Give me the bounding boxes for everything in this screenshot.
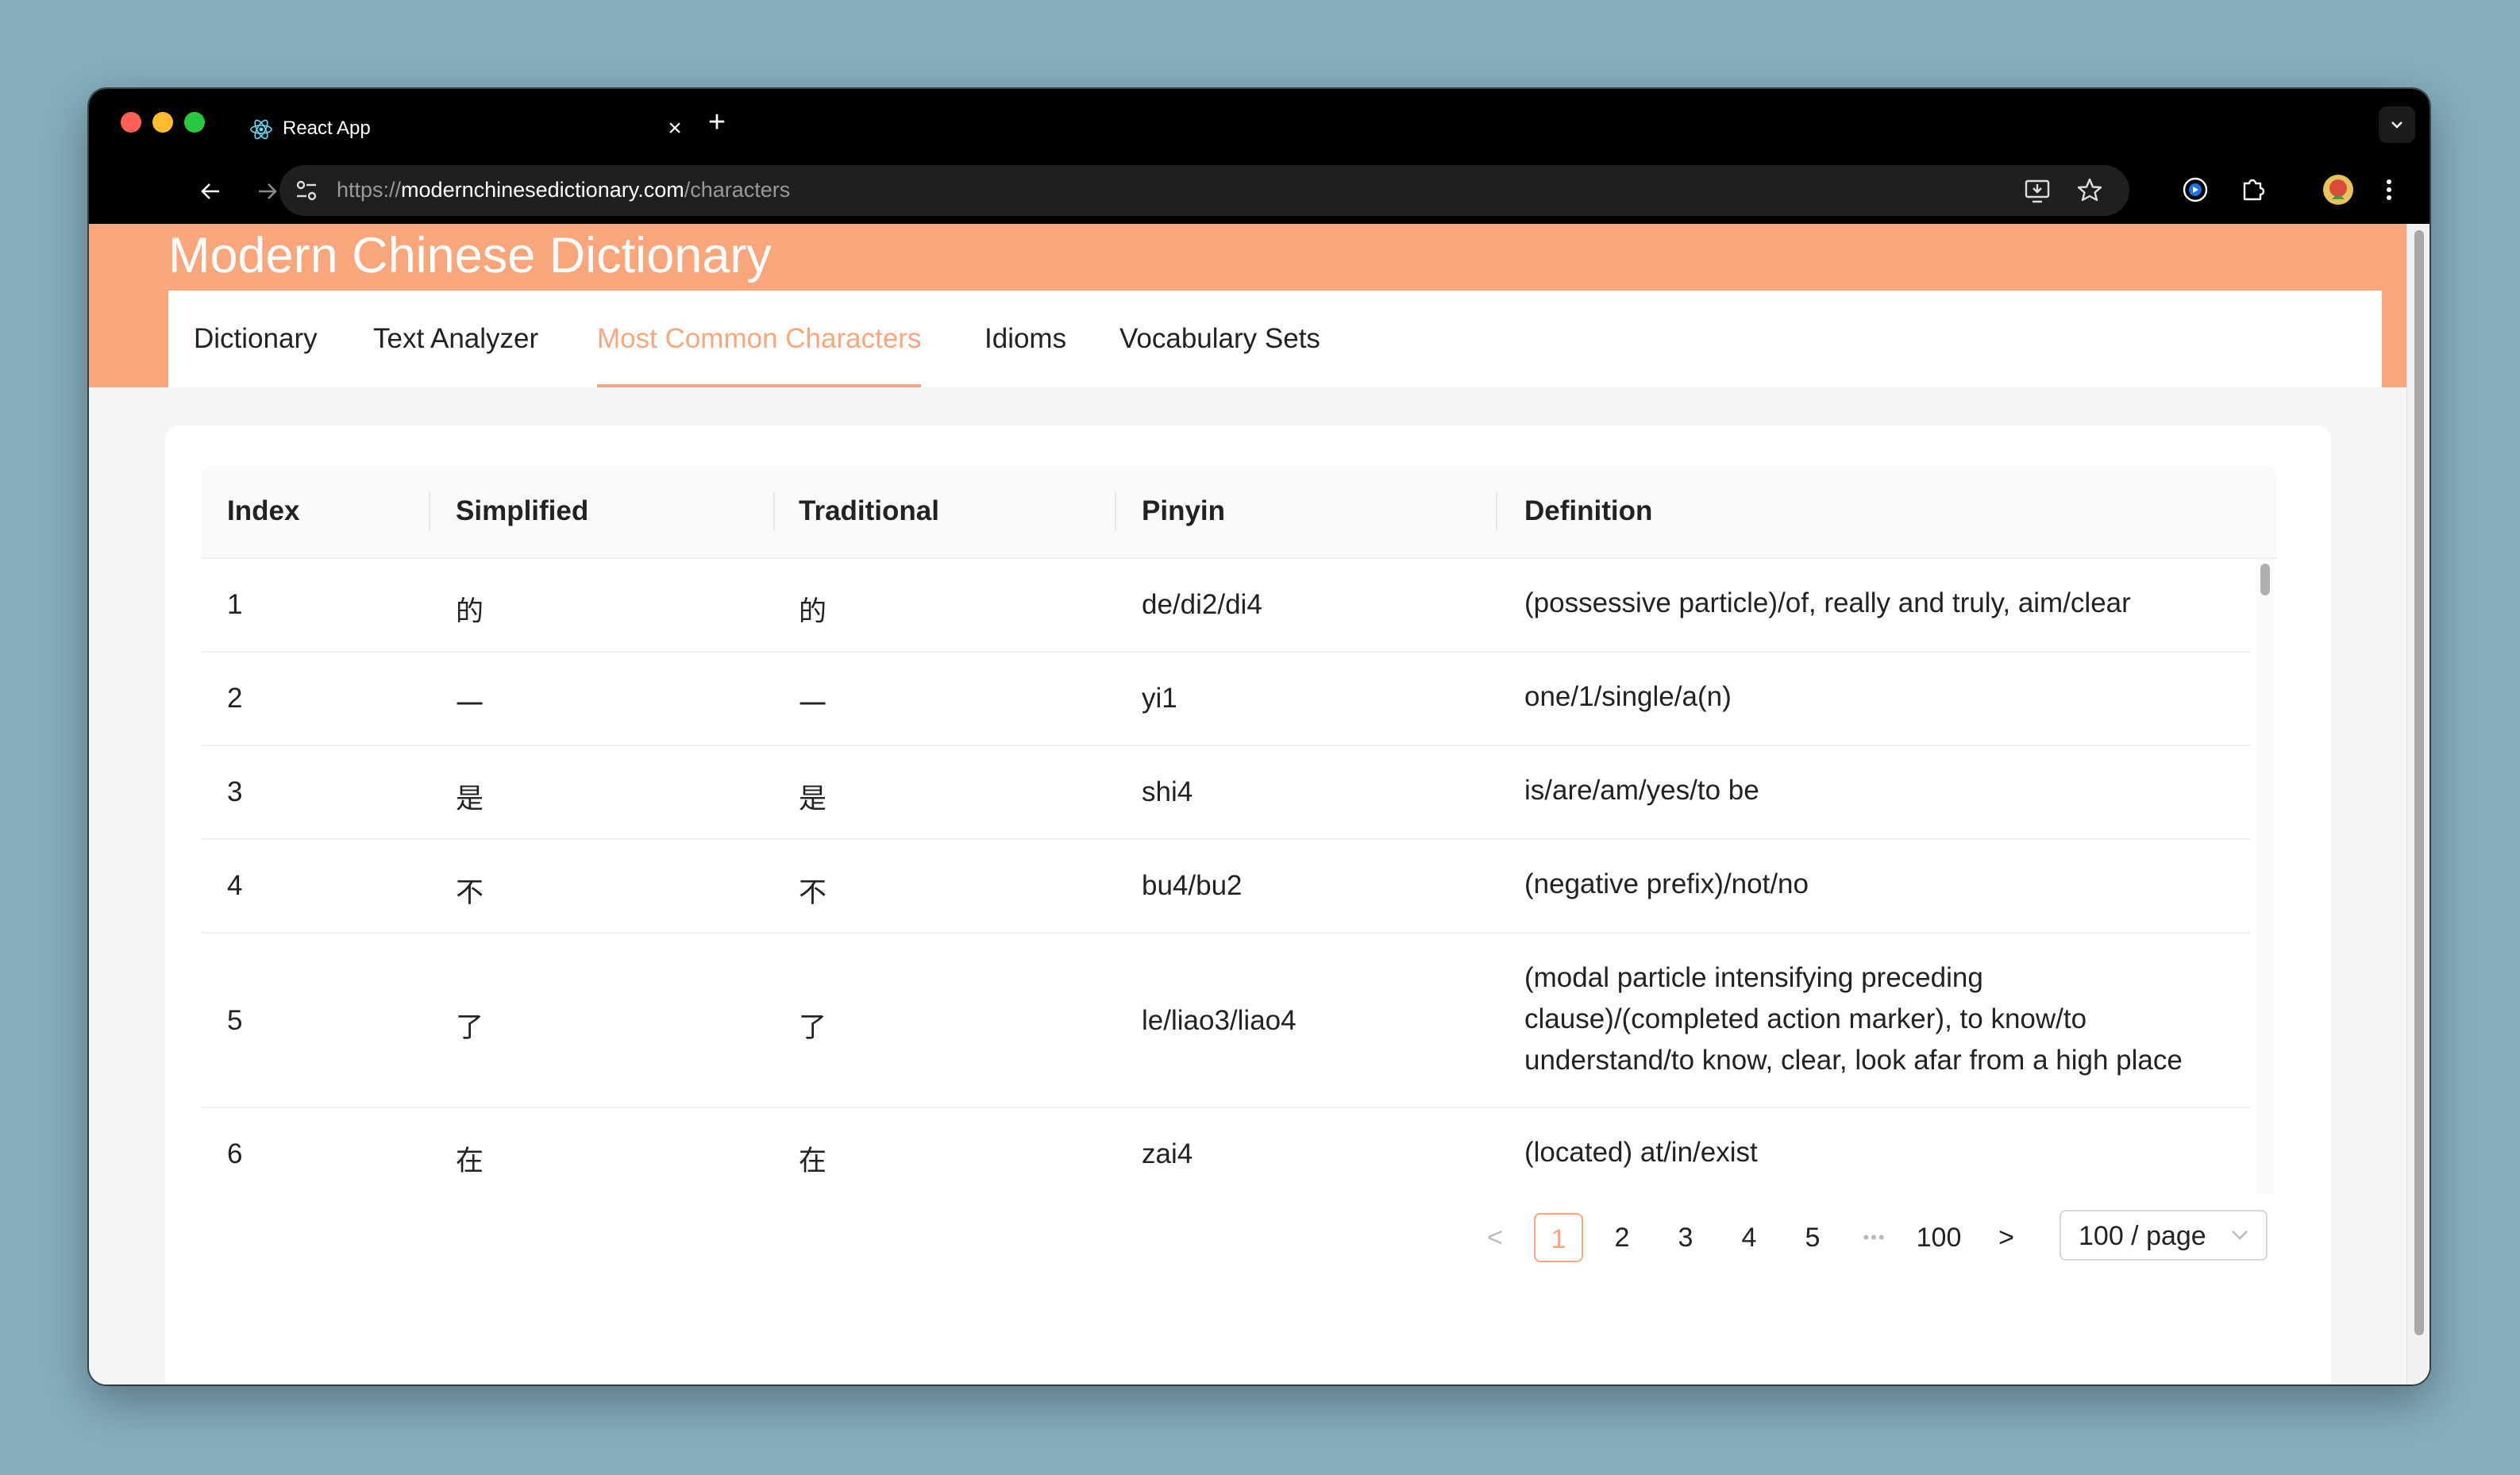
table-scrollbar[interactable] — [2256, 559, 2274, 1194]
cell-index: 5 — [227, 1005, 243, 1036]
page-size-select[interactable]: 100 / page — [2060, 1210, 2268, 1261]
table-row[interactable]: 2 一 一 yi1 one/1/single/a(n) — [202, 653, 2250, 746]
cell-pinyin: shi4 — [1142, 776, 1193, 807]
cell-definition: (possessive particle)/of, really and tru… — [1524, 587, 2131, 618]
page-scrollbar-thumb[interactable] — [2414, 230, 2424, 1335]
cell-simplified: 一 — [456, 690, 484, 721]
url-text: https://modernchinesedictionary.com/char… — [337, 178, 791, 202]
cell-index: 3 — [227, 776, 243, 807]
nav-most-common-characters[interactable]: Most Common Characters — [597, 291, 922, 387]
cell-pinyin: zai4 — [1142, 1138, 1193, 1169]
close-tab-icon[interactable]: × — [659, 113, 691, 144]
profile-avatar-icon[interactable] — [2320, 171, 2356, 208]
table-row[interactable]: 3 是 是 shi4 is/are/am/yes/to be — [202, 746, 2250, 840]
address-bar[interactable]: https://modernchinesedictionary.com/char… — [279, 165, 2129, 216]
close-window-button[interactable] — [121, 112, 141, 133]
browser-menu-icon[interactable] — [2371, 171, 2407, 208]
nav-idioms[interactable]: Idioms — [984, 291, 1066, 387]
install-app-icon[interactable] — [2023, 176, 2052, 205]
cell-index: 6 — [227, 1138, 243, 1169]
back-icon[interactable] — [191, 171, 230, 211]
nav-dictionary[interactable]: Dictionary — [194, 291, 318, 387]
table-body: 1 的 的 de/di2/di4 (possessive particle)/o… — [202, 559, 2277, 1194]
column-header-simplified[interactable]: Simplified — [456, 465, 588, 557]
cell-traditional: 了 — [799, 1012, 827, 1043]
page-size-value: 100 / page — [2079, 1221, 2206, 1251]
column-header-traditional[interactable]: Traditional — [799, 465, 939, 557]
characters-card: Index Simplified Traditional Pinyin Defi… — [165, 426, 2331, 1384]
browser-tab[interactable]: React App × — [230, 100, 691, 157]
cell-definition: is/are/am/yes/to be — [1524, 775, 1759, 806]
table-row[interactable]: 4 不 不 bu4/bu2 (negative prefix)/not/no — [202, 840, 2250, 934]
site-title[interactable]: Modern Chinese Dictionary — [168, 227, 772, 284]
browser-toolbar: https://modernchinesedictionary.com/char… — [89, 157, 2429, 224]
cell-simplified: 了 — [456, 1012, 484, 1043]
cell-pinyin: yi1 — [1142, 683, 1177, 714]
cell-pinyin: de/di2/di4 — [1142, 589, 1262, 620]
page-scrollbar[interactable] — [2406, 224, 2429, 1384]
minimize-window-button[interactable] — [152, 112, 173, 133]
new-tab-icon[interactable]: + — [699, 105, 735, 141]
react-favicon-icon — [250, 119, 272, 140]
cell-simplified: 在 — [456, 1146, 484, 1177]
table-row[interactable]: 1 的 的 de/di2/di4 (possessive particle)/o… — [202, 559, 2250, 653]
cell-index: 1 — [227, 589, 243, 620]
page-viewport: Modern Chinese Dictionary Dictionary Tex… — [89, 224, 2407, 1384]
main-nav: Dictionary Text Analyzer Most Common Cha… — [168, 291, 2382, 387]
site-header: Modern Chinese Dictionary Dictionary Tex… — [89, 224, 2407, 387]
column-divider — [1115, 492, 1116, 530]
tab-title: React App — [283, 117, 371, 139]
table-header: Index Simplified Traditional Pinyin Defi… — [202, 465, 2277, 559]
cell-index: 2 — [227, 683, 243, 714]
cell-traditional: 一 — [799, 690, 827, 721]
nav-vocabulary-sets[interactable]: Vocabulary Sets — [1119, 291, 1320, 387]
chevron-down-icon — [2232, 1230, 2248, 1240]
cell-definition: (modal particle intensifying preceding c… — [1524, 962, 2183, 1076]
table-scrollbar-thumb[interactable] — [2260, 564, 2270, 595]
extension-circle-icon[interactable] — [2177, 171, 2214, 208]
nav-text-analyzer[interactable]: Text Analyzer — [373, 291, 538, 387]
cell-definition: one/1/single/a(n) — [1524, 681, 1732, 712]
page-4-button[interactable]: 4 — [1724, 1213, 1774, 1262]
cell-definition: (negative prefix)/not/no — [1524, 868, 1809, 899]
column-header-definition[interactable]: Definition — [1524, 465, 1652, 557]
cell-simplified: 的 — [456, 596, 484, 627]
cell-traditional: 在 — [799, 1146, 827, 1177]
column-divider — [429, 492, 430, 530]
pagination-prev-icon[interactable]: < — [1470, 1213, 1520, 1262]
cell-simplified: 不 — [456, 877, 484, 908]
page-3-button[interactable]: 3 — [1661, 1213, 1710, 1262]
tab-bar: React App × + — [89, 89, 2429, 157]
table-row[interactable]: 6 在 在 zai4 (located) at/in/exist — [202, 1108, 2250, 1194]
column-header-index[interactable]: Index — [227, 465, 299, 557]
column-divider — [1496, 492, 1497, 530]
tab-search-chevron-icon[interactable] — [2379, 106, 2415, 143]
table-row[interactable]: 5 了 了 le/liao3/liao4 (modal particle int… — [202, 934, 2250, 1108]
cell-traditional: 不 — [799, 877, 827, 908]
cell-pinyin: le/liao3/liao4 — [1142, 1005, 1297, 1036]
page-5-button[interactable]: 5 — [1788, 1213, 1837, 1262]
cell-simplified: 是 — [456, 784, 484, 815]
cell-definition: (located) at/in/exist — [1524, 1137, 1758, 1168]
cell-traditional: 的 — [799, 596, 827, 627]
maximize-window-button[interactable] — [184, 112, 205, 133]
pagination-ellipsis[interactable]: ••• — [1850, 1213, 1899, 1262]
page-100-button[interactable]: 100 — [1909, 1213, 1969, 1262]
page-2-button[interactable]: 2 — [1597, 1213, 1647, 1262]
browser-window: React App × + https://modernchinesedicti… — [89, 89, 2429, 1384]
extensions-puzzle-icon[interactable] — [2234, 171, 2271, 208]
cell-traditional: 是 — [799, 784, 827, 815]
pagination-next-icon[interactable]: > — [1982, 1213, 2031, 1262]
cell-pinyin: bu4/bu2 — [1142, 870, 1243, 901]
cell-index: 4 — [227, 870, 243, 901]
column-divider — [773, 492, 775, 530]
page-1-button[interactable]: 1 — [1534, 1213, 1583, 1262]
bookmark-star-icon[interactable] — [2075, 176, 2104, 205]
column-header-pinyin[interactable]: Pinyin — [1142, 465, 1225, 557]
pagination: < 1 2 3 4 5 ••• 100 > — [1470, 1213, 2026, 1262]
site-settings-icon[interactable] — [292, 176, 321, 205]
